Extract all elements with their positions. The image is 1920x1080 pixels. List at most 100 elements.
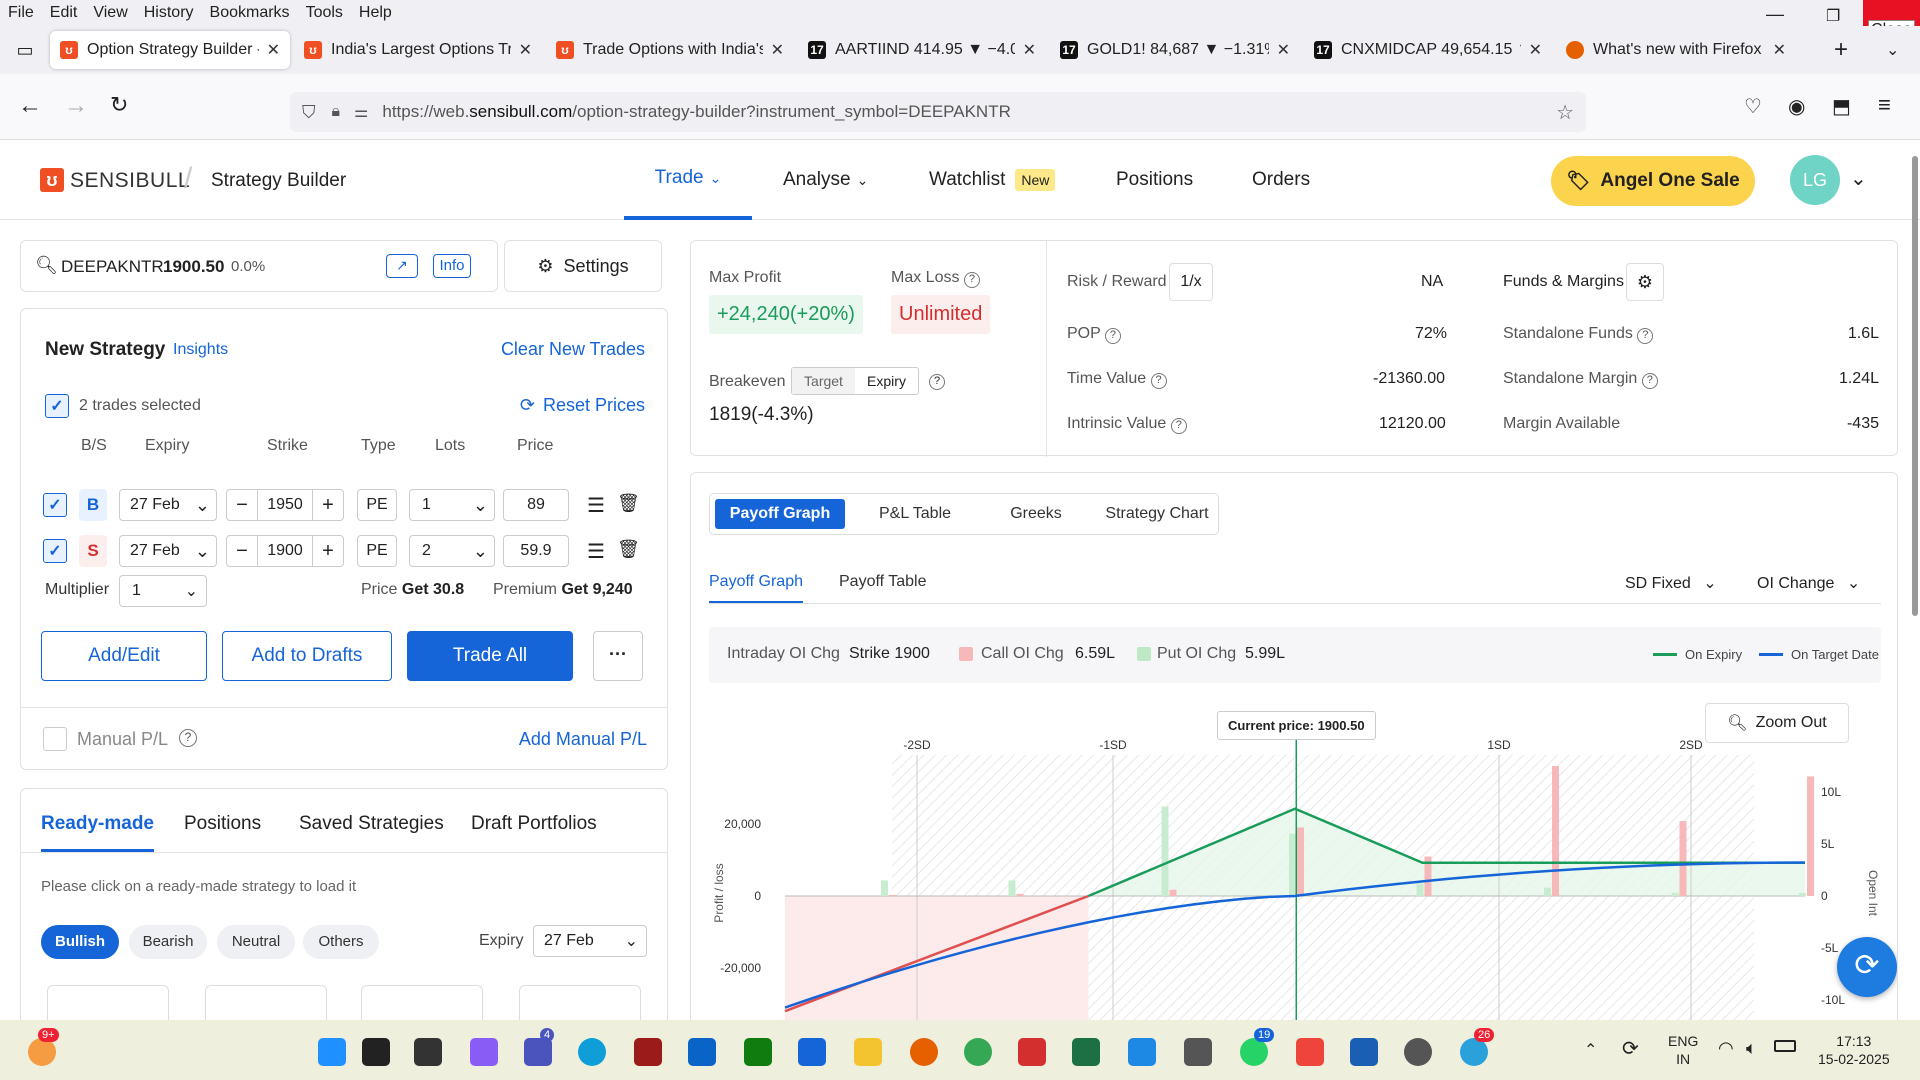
permissions-icon[interactable]: ⚌ bbox=[354, 102, 368, 122]
refresh-fab[interactable]: ⟳ bbox=[1837, 937, 1897, 997]
readymade-tab[interactable]: Draft Portfolios bbox=[471, 813, 597, 835]
tray-chevron-icon[interactable]: ⌃ bbox=[1584, 1040, 1597, 1060]
word-icon[interactable] bbox=[1350, 1038, 1378, 1066]
url-bar[interactable]: ⛉ 🔒︎ ⚌ https://web.sensibull.com/option-… bbox=[290, 92, 1586, 132]
close-tab-icon[interactable]: ✕ bbox=[1023, 40, 1036, 60]
help-icon[interactable]: ? bbox=[963, 272, 980, 288]
minus-icon[interactable]: − bbox=[227, 494, 257, 517]
side-badge[interactable]: S bbox=[79, 535, 107, 567]
plus-icon[interactable]: + bbox=[313, 540, 343, 563]
help-icon[interactable]: ? bbox=[1150, 373, 1167, 389]
settings-icon[interactable] bbox=[1404, 1038, 1432, 1066]
copilot-icon[interactable] bbox=[470, 1038, 498, 1066]
oi-change-select[interactable]: OI Change ⌄ bbox=[1757, 573, 1860, 593]
plus-icon[interactable]: + bbox=[313, 494, 343, 517]
more-options-button[interactable]: ··· bbox=[593, 631, 643, 681]
readymade-tab[interactable]: Saved Strategies bbox=[299, 813, 444, 835]
type-toggle[interactable]: PE bbox=[357, 489, 397, 521]
sync-icon[interactable]: ⟳ bbox=[1622, 1036, 1639, 1061]
strike-stepper[interactable]: −1950 + bbox=[226, 489, 344, 521]
minimize-button[interactable]: — bbox=[1766, 4, 1784, 25]
restore-button[interactable]: ❐ bbox=[1826, 6, 1840, 26]
browser-tab[interactable]: 17 GOLD1! 84,687 ▼ −1.31% U ✕ bbox=[1050, 31, 1300, 69]
strike-stepper[interactable]: −1900 + bbox=[226, 535, 344, 567]
graph-subtab[interactable]: Payoff Table bbox=[839, 573, 926, 601]
filter-chip[interactable]: Bullish bbox=[41, 925, 119, 959]
file-explorer-icon[interactable] bbox=[854, 1038, 882, 1066]
close-tab-icon[interactable]: ✕ bbox=[519, 40, 532, 60]
acrobat-icon[interactable] bbox=[1018, 1038, 1046, 1066]
firefox-icon[interactable] bbox=[910, 1038, 938, 1066]
minus-icon[interactable]: − bbox=[227, 540, 257, 563]
menu-bookmarks[interactable]: Bookmarks bbox=[202, 4, 298, 22]
graph-tab[interactable]: Payoff Graph bbox=[715, 499, 845, 529]
tab-overflow-icon[interactable]: ⌄ bbox=[1886, 40, 1899, 60]
breakeven-toggle[interactable]: Target Expiry bbox=[791, 367, 919, 395]
leg-checkbox[interactable]: ✓ bbox=[43, 493, 67, 517]
extensions-icon[interactable]: ⬒ bbox=[1832, 94, 1851, 119]
trade-all-button[interactable]: Trade All bbox=[407, 631, 573, 681]
avatar[interactable]: LG bbox=[1790, 155, 1840, 205]
expiry-option[interactable]: Expiry bbox=[855, 368, 918, 394]
close-tab-icon[interactable]: ✕ bbox=[1529, 40, 1542, 60]
select-all-checkbox[interactable]: ✓ bbox=[45, 394, 69, 418]
battery-icon[interactable] bbox=[1774, 1040, 1796, 1052]
target-option[interactable]: Target bbox=[792, 368, 855, 394]
graph-tab[interactable]: P&L Table bbox=[855, 499, 975, 529]
url-text[interactable]: https://web.sensibull.com/option-strateg… bbox=[382, 102, 1011, 122]
promo-button[interactable]: 🏷︎ Angel One Sale bbox=[1551, 156, 1755, 206]
hamburger-menu-icon[interactable]: ≡ bbox=[1878, 92, 1891, 118]
add-edit-button[interactable]: Add/Edit bbox=[41, 631, 207, 681]
expiry-select[interactable]: 27 Feb ⌄ bbox=[119, 489, 217, 521]
search-icon[interactable] bbox=[362, 1038, 390, 1066]
clear-trades-link[interactable]: Clear New Trades bbox=[501, 339, 645, 360]
excel-icon[interactable] bbox=[1072, 1038, 1100, 1066]
settings-button[interactable]: ⚙ Settings bbox=[504, 240, 662, 292]
help-icon[interactable]: ? bbox=[1637, 328, 1654, 344]
delete-icon[interactable]: 🗑︎ bbox=[617, 539, 640, 560]
price-input[interactable]: 89 bbox=[503, 489, 569, 521]
close-tab-icon[interactable]: ✕ bbox=[771, 40, 784, 60]
price-input[interactable]: 59.9 bbox=[503, 535, 569, 567]
browser-tab[interactable]: What's new with Firefox ✕ bbox=[1556, 31, 1796, 69]
menu-edit[interactable]: Edit bbox=[42, 4, 86, 22]
funds-settings-icon[interactable]: ⚙ bbox=[1626, 263, 1664, 301]
lots-select[interactable]: 2 ⌄ bbox=[409, 535, 495, 567]
browser-tab[interactable]: ʊ Trade Options with India's L ✕ bbox=[546, 31, 794, 69]
account-chevron-icon[interactable]: ⌄ bbox=[1850, 166, 1867, 191]
readymade-tab[interactable]: Positions bbox=[184, 813, 261, 835]
filter-chip[interactable]: Bearish bbox=[129, 925, 207, 959]
type-toggle[interactable]: PE bbox=[357, 535, 397, 567]
drag-handle-icon[interactable]: ☰ bbox=[587, 493, 605, 518]
wifi-icon[interactable]: ◠ bbox=[1718, 1038, 1734, 1059]
help-icon[interactable]: ? bbox=[1641, 373, 1658, 389]
lock-icon[interactable]: 🔒︎ bbox=[332, 103, 341, 121]
close-tab-icon[interactable]: ✕ bbox=[1277, 40, 1290, 60]
lang-indicator[interactable]: ENG IN bbox=[1668, 1032, 1698, 1068]
nav-watchlist[interactable]: Watchlist New bbox=[929, 140, 1056, 220]
menu-history[interactable]: History bbox=[136, 4, 202, 22]
manual-pl-checkbox[interactable] bbox=[43, 727, 67, 751]
graph-tab[interactable]: Greeks bbox=[987, 499, 1085, 529]
forward-icon[interactable]: → bbox=[64, 92, 88, 120]
side-badge[interactable]: B bbox=[79, 489, 107, 521]
reset-prices-button[interactable]: ⟳ Reset Prices bbox=[520, 395, 645, 416]
shield-icon[interactable]: ⛉ bbox=[302, 102, 316, 123]
payoff-chart[interactable]: -2SD -1SD 1SD 2SD 20,000 0 -20,000 Profit / los… bbox=[691, 693, 1898, 1032]
logo-text[interactable]: SENSIBULL bbox=[70, 169, 190, 193]
new-tab-button[interactable]: + bbox=[1834, 36, 1848, 64]
windows-start-icon[interactable] bbox=[318, 1038, 346, 1066]
xbox-icon[interactable] bbox=[744, 1038, 772, 1066]
sensibull-logo-icon[interactable]: ʊ bbox=[40, 168, 64, 192]
expiry-select[interactable]: 27 Feb ⌄ bbox=[533, 925, 647, 957]
readymade-tab[interactable]: Ready-made bbox=[41, 813, 154, 853]
chrome-icon[interactable] bbox=[964, 1038, 992, 1066]
menu-tools[interactable]: Tools bbox=[298, 4, 351, 22]
lots-select[interactable]: 1 ⌄ bbox=[409, 489, 495, 521]
info-button[interactable]: Info bbox=[433, 254, 471, 278]
scrollbar[interactable] bbox=[1912, 156, 1918, 616]
browser-tab[interactable]: 17 CNXMIDCAP 49,654.15 ▼ − ✕ bbox=[1304, 31, 1552, 69]
add-manual-pl-link[interactable]: Add Manual P/L bbox=[519, 729, 647, 750]
app-icon[interactable] bbox=[1128, 1038, 1156, 1066]
help-icon[interactable]: ? bbox=[179, 729, 197, 747]
